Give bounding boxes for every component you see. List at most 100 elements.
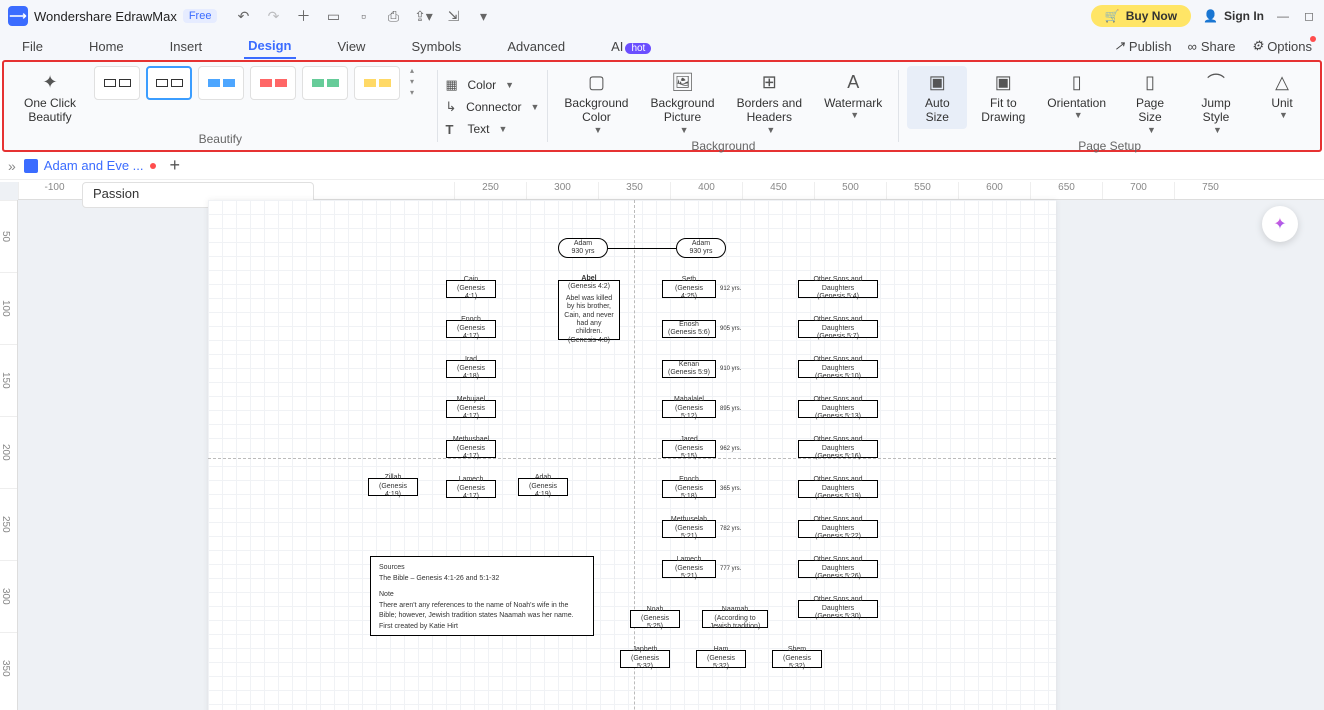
menu-insert[interactable]: Insert	[166, 35, 207, 58]
chart-node[interactable]: Jared(Genesis 5:15)	[662, 440, 716, 458]
style-preset-6[interactable]	[354, 66, 400, 100]
auto-size-button[interactable]: ▣Auto Size	[907, 66, 967, 129]
publish-icon: ↗	[1114, 38, 1125, 54]
menu-ai[interactable]: AIhot	[607, 35, 655, 58]
borders-headers-button[interactable]: ⊞Borders and Headers▼	[729, 66, 810, 139]
style-preset-scroll[interactable]: ▴▾▾	[410, 66, 414, 97]
options-button[interactable]: ⚙Options	[1252, 38, 1312, 54]
export-icon[interactable]: ⇪▾	[415, 8, 431, 24]
style-preset-2[interactable]	[146, 66, 192, 100]
orientation-icon: ▯	[1072, 70, 1082, 94]
palette-icon: ▦	[445, 77, 461, 93]
chart-node[interactable]: Adam930 yrs	[558, 238, 608, 258]
style-preset-1[interactable]	[94, 66, 140, 100]
menu-advanced[interactable]: Advanced	[503, 35, 569, 58]
user-icon: 👤	[1203, 9, 1218, 23]
redo-icon[interactable]: ↷	[265, 8, 281, 24]
chart-node[interactable]: Cain(Genesis 4:1)	[446, 280, 496, 298]
expand-tabs-icon[interactable]: »	[8, 158, 16, 174]
chart-node[interactable]: Ham(Genesis 5:32)	[696, 650, 746, 668]
background-picture-button[interactable]: 🖼Background Picture▼	[643, 66, 723, 139]
chart-node[interactable]: Lamech(Genesis 4:17)	[446, 480, 496, 498]
unit-button[interactable]: △Unit▼	[1252, 66, 1312, 124]
more-icon[interactable]: ▾	[475, 8, 491, 24]
age-label: 895 yrs.	[720, 406, 741, 412]
add-tab-button[interactable]: +	[170, 155, 181, 176]
document-tab[interactable]: Adam and Eve ...	[24, 158, 156, 173]
drawing-page[interactable]: Adam930 yrs Adam930 yrs Abel (Genesis 4:…	[208, 200, 1056, 710]
chart-node[interactable]: Naamah(According to Jewish tradition)	[702, 610, 768, 628]
chart-node[interactable]: Other Sons and Daughters(Genesis 5:16)	[798, 440, 878, 458]
chart-node[interactable]: Lamech(Genesis 5:21)	[662, 560, 716, 578]
chart-node[interactable]: Other Sons and Daughters(Genesis 5:13)	[798, 400, 878, 418]
chart-node[interactable]: Enosh(Genesis 5:6)	[662, 320, 716, 338]
menu-view[interactable]: View	[334, 35, 370, 58]
quick-access-toolbar: ↶ ↷ ＋ ▭ ▫ ⎙ ⇪▾ ⇲ ▾	[235, 8, 491, 24]
jump-style-button[interactable]: ⌒Jump Style▼	[1186, 66, 1246, 139]
new-icon[interactable]: ＋	[295, 8, 311, 24]
canvas-area[interactable]: -100-500 2503003504004505005506006507007…	[0, 182, 1324, 710]
text-button[interactable]: TText▼	[445, 119, 539, 139]
age-label: 782 yrs.	[720, 526, 741, 532]
chart-node[interactable]: Methushael(Genesis 4:17)	[446, 440, 496, 458]
print-icon[interactable]: ⎙	[385, 8, 401, 24]
menu-symbols[interactable]: Symbols	[407, 35, 465, 58]
style-preset-5[interactable]	[302, 66, 348, 100]
watermark-button[interactable]: AWatermark▼	[816, 66, 890, 124]
maximize-icon[interactable]: ◻	[1302, 9, 1316, 23]
unsaved-dot	[150, 163, 156, 169]
chart-node[interactable]: Adam930 yrs	[676, 238, 726, 258]
sign-in-button[interactable]: 👤 Sign In	[1203, 9, 1264, 23]
chart-node[interactable]: Zillah(Genesis 4:19)	[368, 478, 418, 496]
import-icon[interactable]: ⇲	[445, 8, 461, 24]
one-click-beautify-button[interactable]: ✦ One Click Beautify	[12, 66, 88, 129]
undo-icon[interactable]: ↶	[235, 8, 251, 24]
menu-home[interactable]: Home	[85, 35, 128, 58]
chart-node[interactable]: Enoch(Genesis 5:18)	[662, 480, 716, 498]
menu-file[interactable]: File	[18, 35, 47, 58]
open-icon[interactable]: ▭	[325, 8, 341, 24]
chart-node[interactable]: Other Sons and Daughters(Genesis 5:19)	[798, 480, 878, 498]
ai-sparkle-button[interactable]	[1262, 206, 1298, 242]
chart-node[interactable]: Japheth(Genesis 5:32)	[620, 650, 670, 668]
style-preset-3[interactable]	[198, 66, 244, 100]
chart-node[interactable]: Other Sons and Daughters(Genesis 5:26)	[798, 560, 878, 578]
autosize-icon: ▣	[929, 70, 946, 94]
style-preset-4[interactable]	[250, 66, 296, 100]
chart-node[interactable]: Other Sons and Daughters(Genesis 5:30)	[798, 600, 878, 618]
chart-node[interactable]: Methuselah(Genesis 5:21)	[662, 520, 716, 538]
sources-note[interactable]: Sources The Bible – Genesis 4:1-26 and 5…	[370, 556, 594, 636]
doc-tab-label: Adam and Eve ...	[44, 158, 144, 173]
fit-to-drawing-button[interactable]: ▣Fit to Drawing	[973, 66, 1033, 129]
chart-node[interactable]: Noah(Genesis 5:25)	[630, 610, 680, 628]
notification-dot	[1310, 36, 1316, 42]
chart-node[interactable]: Other Sons and Daughters(Genesis 5:10)	[798, 360, 878, 378]
chart-node[interactable]: Shem(Genesis 5:32)	[772, 650, 822, 668]
connector-button[interactable]: ↳Connector▼	[445, 97, 539, 117]
minimize-icon[interactable]: ―	[1276, 9, 1290, 23]
chart-node[interactable]: Seth(Genesis 4:25)	[662, 280, 716, 298]
pagesize-icon: ▯	[1145, 70, 1155, 94]
chart-node[interactable]: Irad(Genesis 4:18)	[446, 360, 496, 378]
chart-node[interactable]: Kenan(Genesis 5:9)	[662, 360, 716, 378]
page-size-button[interactable]: ▯Page Size▼	[1120, 66, 1180, 139]
chart-node[interactable]: Adah(Genesis 4:19)	[518, 478, 568, 496]
chart-node[interactable]: Other Sons and Daughters(Genesis 5:22)	[798, 520, 878, 538]
age-label: 365 yrs.	[720, 486, 741, 492]
publish-button[interactable]: ↗Publish	[1114, 38, 1172, 54]
menu-design[interactable]: Design	[244, 34, 295, 59]
chart-node[interactable]: Mahalalel(Genesis 5:12)	[662, 400, 716, 418]
color-button[interactable]: ▦Color▼	[445, 75, 539, 95]
save-icon[interactable]: ▫	[355, 8, 371, 24]
chart-node[interactable]: Enoch(Genesis 4:17)	[446, 320, 496, 338]
orientation-button[interactable]: ▯Orientation▼	[1039, 66, 1114, 124]
chart-node[interactable]: Abel (Genesis 4:2) Abel was killed by hi…	[558, 280, 620, 340]
share-button[interactable]: ∞Share	[1188, 39, 1236, 54]
cart-icon: 🛒	[1105, 9, 1120, 23]
chart-node[interactable]: Other Sons and Daughters(Genesis 5:4)	[798, 280, 878, 298]
background-color-button[interactable]: ▢Background Color▼	[556, 66, 636, 139]
buy-now-button[interactable]: 🛒 Buy Now	[1091, 5, 1191, 27]
chart-node[interactable]: Mehujael(Genesis 4:17)	[446, 400, 496, 418]
bg-picture-icon: 🖼	[671, 70, 694, 94]
chart-node[interactable]: Other Sons and Daughters(Genesis 5:7)	[798, 320, 878, 338]
